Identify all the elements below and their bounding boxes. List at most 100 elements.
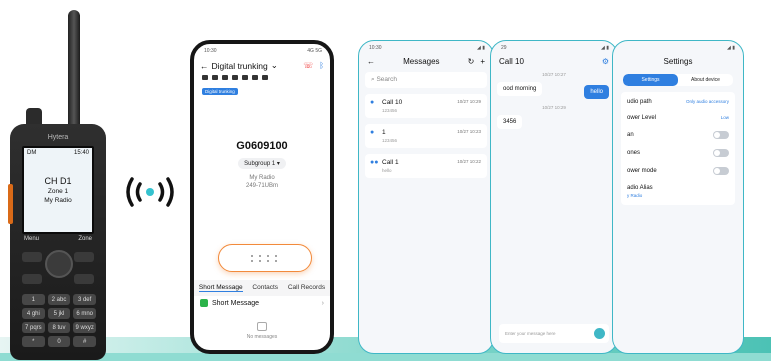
message-preview: 123456 [382, 108, 398, 113]
message-time: 10/27 10:29 [457, 99, 481, 104]
key-1[interactable]: 1 [22, 294, 45, 305]
status-time: 29 [501, 45, 507, 51]
page-title: Messages [403, 57, 440, 66]
status-signal: ◢ ▮ [601, 45, 609, 51]
tool-icon-row [194, 71, 330, 80]
key-2[interactable]: 2 abc [47, 294, 71, 305]
tool-icon[interactable] [212, 75, 218, 80]
search-icon: ⌕ [371, 76, 375, 83]
radio-key-left[interactable] [22, 252, 42, 262]
key-7[interactable]: 7 pqrs [22, 322, 45, 333]
ptt-dots-icon [250, 254, 280, 262]
timestamp: 10/27 10:27 [542, 72, 566, 77]
key-3[interactable]: 3 def [73, 294, 96, 305]
radio-key-end[interactable] [74, 274, 94, 284]
radio-side-button [8, 184, 13, 224]
tab-short-message[interactable]: Short Message [198, 284, 243, 292]
setting-power-mode: ower mode [621, 162, 735, 180]
toggle-switch[interactable] [713, 167, 729, 175]
message-time: 10/27 10:22 [457, 159, 481, 164]
key-5[interactable]: 5 jkl [47, 308, 71, 319]
search-placeholder: Search [376, 76, 398, 83]
list-item[interactable]: ● 1 123456 10/27 10:23 [365, 124, 487, 148]
key-star[interactable]: * [22, 336, 45, 347]
settings-tabs: Settings About device [623, 74, 733, 86]
setting-radio-alias[interactable]: adio Alias y Radio [621, 180, 735, 203]
list-item[interactable]: ● Call 10 123456 10/27 10:29 [365, 94, 487, 118]
toggle-switch[interactable] [713, 149, 729, 157]
toggle-switch[interactable] [713, 131, 729, 139]
key-6[interactable]: 6 mno [73, 308, 96, 319]
tab-contacts[interactable]: Contacts [252, 284, 278, 292]
send-icon[interactable] [594, 328, 605, 339]
status-time: 10:30 [369, 45, 382, 51]
app-header: ← Messages ↻ + [359, 51, 493, 66]
tab-settings[interactable]: Settings [623, 74, 678, 86]
setting-label: ones [627, 150, 641, 156]
settings-icon[interactable]: ⚙ [602, 57, 609, 66]
radio-softkeys: Menu Zone [22, 234, 94, 244]
tool-icon[interactable] [252, 75, 258, 80]
phone-call-icon[interactable]: ☏ [303, 60, 313, 71]
tool-icon[interactable] [222, 75, 228, 80]
back-arrow-icon[interactable]: ← [367, 57, 375, 66]
message-composer[interactable]: Enter your message here [499, 324, 609, 343]
message-time: 10/27 10:23 [457, 129, 481, 134]
composer-placeholder: Enter your message here [505, 331, 556, 336]
key-hash[interactable]: # [73, 336, 96, 347]
key-0[interactable]: 0 [47, 336, 71, 347]
tab-call-records[interactable]: Call Records [288, 284, 325, 292]
radio-key-right[interactable] [74, 252, 94, 262]
tool-icon[interactable] [232, 75, 238, 80]
key-4[interactable]: 4 ghi [22, 308, 45, 319]
radio-brand: Hytera [47, 134, 69, 141]
status-signal: 4G 5G [307, 48, 322, 54]
radio-key-call[interactable] [22, 274, 42, 284]
app-header: Call 10 ⚙ [491, 51, 617, 66]
subgroup-label: Subgroup 1 [244, 161, 276, 167]
back-arrow-icon[interactable]: ← [200, 61, 209, 71]
outgoing-message: hello [584, 85, 609, 99]
incoming-message: 3456 [497, 115, 523, 129]
bluetooth-icon[interactable]: ᛒ [319, 61, 324, 70]
setting-power-level[interactable]: ower Level Low [621, 110, 735, 126]
group-info: G0609100 Subgroup 1 ▾ My Radio 249-71UBm [194, 140, 330, 189]
tab-about-device[interactable]: About device [678, 74, 733, 86]
setting-audio-path[interactable]: udio path Only audio accessory [621, 94, 735, 110]
mode-tag: Digital trunking [202, 88, 238, 95]
key-8[interactable]: 8 tuv [47, 322, 71, 333]
radio-dpad[interactable] [45, 250, 73, 278]
short-message-label: Short Message [212, 299, 260, 307]
status-bar: ◢ ▮ [613, 41, 743, 51]
message-title: 1 [382, 129, 386, 136]
refresh-icon[interactable]: ↻ [468, 57, 475, 66]
short-message-item[interactable]: Short Message › [200, 296, 324, 310]
radio-status-bar: DM 15:40 [24, 148, 92, 158]
radio-channel: CH D1 [44, 176, 72, 186]
radio-number: 249-71UBm [245, 183, 278, 189]
softkey-menu[interactable]: Menu [24, 236, 39, 242]
radio-time: 15:40 [73, 150, 89, 156]
wireless-signal-icon [120, 172, 180, 212]
key-9[interactable]: 9 wxyz [73, 322, 96, 333]
search-input[interactable]: ⌕ Search [365, 72, 487, 88]
softkey-zone[interactable]: Zone [78, 236, 92, 242]
setting-label: ower Level [627, 115, 657, 121]
list-item[interactable]: ●● Call 1 hello 10/27 10:22 [365, 154, 487, 178]
app-header: Settings [613, 51, 743, 66]
group-id: G0609100 [236, 140, 288, 152]
setting-value: Only audio accessory [685, 99, 729, 105]
chevron-down-icon[interactable]: ⌄ [271, 60, 278, 71]
empty-inbox-icon [257, 322, 267, 331]
tool-icon[interactable] [242, 75, 248, 80]
tool-icon[interactable] [262, 75, 268, 80]
subgroup-selector[interactable]: Subgroup 1 ▾ [238, 158, 286, 169]
add-icon[interactable]: + [480, 57, 485, 66]
ptt-button[interactable] [218, 244, 312, 272]
status-bar: 10:30 ◢ ▮ [359, 41, 493, 51]
handheld-radio: Hytera DM 15:40 CH D1 Zone 1 My Radio Me… [4, 6, 112, 360]
incoming-message: ood morning [497, 82, 543, 96]
setting-fan: an [621, 126, 735, 144]
tool-icon[interactable] [202, 75, 208, 80]
radio-zone: Zone 1 [47, 188, 69, 195]
